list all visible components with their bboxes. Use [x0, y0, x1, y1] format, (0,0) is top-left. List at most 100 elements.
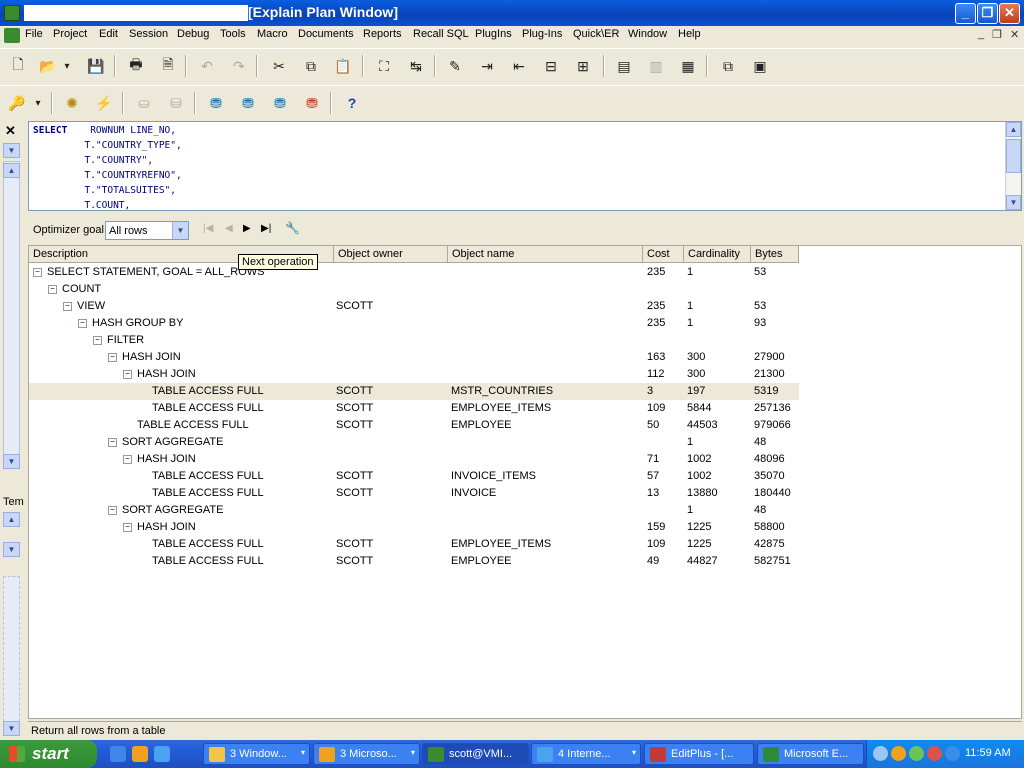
- column-header-bytes[interactable]: Bytes: [751, 246, 799, 263]
- taskbar-button[interactable]: EditPlus - [...: [644, 743, 754, 765]
- next-operation-icon[interactable]: ▶: [243, 223, 251, 234]
- explain-plan-grid[interactable]: Description Object owner Object name Cos…: [28, 245, 1022, 719]
- comment-icon[interactable]: ⊟: [540, 56, 562, 76]
- table-row[interactable]: TABLE ACCESS FULL SCOTT MSTR_COUNTRIES 3 197…: [29, 383, 799, 400]
- scroll-up-button[interactable]: ▲: [3, 512, 20, 527]
- tree-collapse-icon[interactable]: −: [108, 438, 117, 447]
- menu-help[interactable]: Help: [678, 28, 701, 40]
- edit-icon[interactable]: ✎: [444, 56, 466, 76]
- sql-db-icon[interactable]: ⛃: [237, 93, 259, 113]
- copy-icon[interactable]: ⧉: [300, 56, 322, 76]
- tree-collapse-icon[interactable]: −: [78, 319, 87, 328]
- scroll-thumb[interactable]: [1006, 139, 1021, 173]
- rollback-icon[interactable]: ⛁: [165, 93, 187, 113]
- sql-scrollbar[interactable]: ▲ ▼: [1005, 122, 1021, 210]
- help-icon[interactable]: ?: [341, 93, 363, 113]
- dropdown-arrow-icon[interactable]: ▾: [61, 56, 73, 76]
- outdent-icon[interactable]: ⇤: [508, 56, 530, 76]
- open-folder-icon[interactable]: 📂: [37, 56, 59, 76]
- tree-collapse-icon[interactable]: −: [108, 353, 117, 362]
- db-refresh-icon[interactable]: ⛃: [301, 93, 323, 113]
- browser-quicklaunch-icon[interactable]: [154, 746, 170, 762]
- first-operation-icon[interactable]: |◀: [203, 223, 213, 234]
- table-row[interactable]: TABLE ACCESS FULL SCOTT EMPLOYEE_ITEMS 109 5…: [29, 400, 799, 417]
- scroll-down-button[interactable]: ▼: [1006, 195, 1021, 210]
- menu-plug-ins[interactable]: Plug-Ins: [522, 28, 562, 40]
- document-icon[interactable]: [4, 28, 20, 43]
- key-icon[interactable]: 🔑: [6, 93, 28, 113]
- taskbar-button[interactable]: 3 Microso... ▾: [313, 743, 420, 765]
- menu-edit[interactable]: Edit: [99, 28, 118, 40]
- db-icon[interactable]: ⛃: [269, 93, 291, 113]
- app-icon[interactable]: [4, 5, 20, 21]
- table-row[interactable]: − HASH GROUP BY 235 1 93: [29, 315, 799, 332]
- taskbar-button[interactable]: 3 Window... ▾: [203, 743, 310, 765]
- replace-icon[interactable]: ↹: [405, 56, 427, 76]
- table-row[interactable]: − HASH JOIN 71 1002 48096: [29, 451, 799, 468]
- taskbar-button[interactable]: scott@VMI...: [422, 743, 529, 765]
- table-row[interactable]: − FILTER: [29, 332, 799, 349]
- optimizer-goal-select[interactable]: All rows ▼: [105, 221, 189, 240]
- stop-icon[interactable]: ▥: [645, 56, 667, 76]
- undo-icon[interactable]: ↶: [196, 56, 218, 76]
- table-row[interactable]: TABLE ACCESS FULL SCOTT INVOICE 13 13880 1804…: [29, 485, 799, 502]
- redo-icon[interactable]: ↷: [228, 56, 250, 76]
- table-row[interactable]: − COUNT: [29, 281, 799, 298]
- column-header-object-owner[interactable]: Object owner: [334, 246, 448, 263]
- taskbar-button[interactable]: Microsoft E...: [757, 743, 864, 765]
- tree-collapse-icon[interactable]: −: [93, 336, 102, 345]
- table-row[interactable]: − SORT AGGREGATE 1 48: [29, 502, 799, 519]
- column-header-cost[interactable]: Cost: [643, 246, 684, 263]
- table-row[interactable]: TABLE ACCESS FULL SCOTT INVOICE_ITEMS 57 100…: [29, 468, 799, 485]
- chevron-down-icon[interactable]: ▾: [301, 748, 305, 757]
- tray-network-icon[interactable]: [909, 746, 924, 761]
- new-file-icon[interactable]: 🗋: [7, 56, 29, 76]
- db-connect-icon[interactable]: ⛃: [205, 93, 227, 113]
- tree-collapse-icon[interactable]: −: [33, 268, 42, 277]
- chevron-down-icon[interactable]: ▼: [172, 222, 188, 239]
- menu-debug[interactable]: Debug: [177, 28, 209, 40]
- taskbar-button[interactable]: 4 Interne... ▾: [531, 743, 641, 765]
- print-preview-icon[interactable]: 🗎: [157, 56, 179, 76]
- scroll-up-button[interactable]: ▲: [3, 163, 20, 178]
- dock-dropdown-button[interactable]: ▼: [3, 143, 20, 158]
- dock-scrollbar[interactable]: [3, 576, 20, 726]
- menu-documents[interactable]: Documents: [298, 28, 354, 40]
- table-row[interactable]: TABLE ACCESS FULL SCOTT EMPLOYEE 50 44503 979…: [29, 417, 799, 434]
- find-icon[interactable]: ⛶: [373, 56, 395, 76]
- menu-project[interactable]: Project: [53, 28, 87, 40]
- chevron-down-icon[interactable]: ▾: [632, 748, 636, 757]
- column-header-object-name[interactable]: Object name: [448, 246, 643, 263]
- close-button[interactable]: ✕: [999, 3, 1020, 24]
- mdi-minimize-button[interactable]: _: [978, 28, 984, 40]
- tree-collapse-icon[interactable]: −: [48, 285, 57, 294]
- tree-collapse-icon[interactable]: −: [123, 455, 132, 464]
- print-icon[interactable]: 🖶: [125, 56, 147, 76]
- maximize-button[interactable]: ❐: [977, 3, 998, 24]
- chevron-down-icon[interactable]: ▾: [411, 748, 415, 757]
- tree-collapse-icon[interactable]: −: [63, 302, 72, 311]
- cut-icon[interactable]: ✂: [268, 56, 290, 76]
- table-row[interactable]: TABLE ACCESS FULL SCOTT EMPLOYEE_ITEMS 109 1…: [29, 536, 799, 553]
- paste-icon[interactable]: 📋: [332, 56, 354, 76]
- table-row[interactable]: − HASH JOIN 163 300 27900: [29, 349, 799, 366]
- scroll-up-button[interactable]: ▲: [1006, 122, 1021, 137]
- uncomment-icon[interactable]: ⊞: [572, 56, 594, 76]
- mdi-restore-button[interactable]: ❐: [992, 28, 1002, 41]
- tray-volume-icon[interactable]: [945, 746, 960, 761]
- table-row[interactable]: − HASH JOIN 112 300 21300: [29, 366, 799, 383]
- start-button[interactable]: start: [0, 740, 97, 768]
- tray-app-icon[interactable]: [891, 746, 906, 761]
- disconnect-icon[interactable]: ⚡: [93, 93, 115, 113]
- tree-collapse-icon[interactable]: −: [108, 506, 117, 515]
- menu-window[interactable]: Window: [628, 28, 667, 40]
- tree-collapse-icon[interactable]: −: [123, 370, 132, 379]
- window-tile-icon[interactable]: ▣: [749, 56, 771, 76]
- wrench-icon[interactable]: 🔧: [285, 221, 300, 235]
- commit-icon[interactable]: ⛀: [133, 93, 155, 113]
- ie-quicklaunch-icon[interactable]: [110, 746, 126, 762]
- dock-tab-label[interactable]: Tem: [3, 496, 24, 508]
- scroll-down-button[interactable]: ▼: [3, 454, 20, 469]
- dropdown-arrow-icon[interactable]: ▾: [32, 93, 44, 113]
- menu-tools[interactable]: Tools: [220, 28, 246, 40]
